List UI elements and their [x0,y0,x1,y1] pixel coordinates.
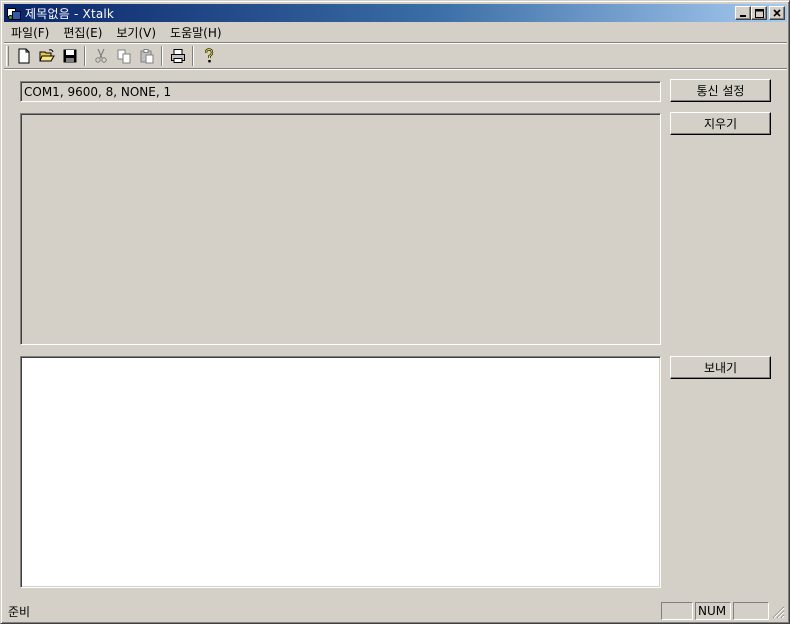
toolbar-divider [4,68,787,70]
save-button[interactable] [58,45,81,67]
status-pane-scroll [733,602,769,620]
maximize-button[interactable] [751,6,767,20]
maximize-icon [754,8,764,18]
copy-button[interactable] [112,45,135,67]
title-bar[interactable]: 제목없음 - Xtalk [4,4,787,22]
status-bar: 준비 NUM [4,601,787,621]
toolbar-separator [192,46,194,66]
print-icon [170,49,185,63]
receive-display[interactable] [20,113,661,345]
toolbar-grip[interactable] [6,46,9,66]
status-pane-cap [661,602,693,620]
menu-file[interactable]: 파일(F) [4,24,56,42]
window-controls [735,6,785,20]
new-file-icon [18,48,29,64]
help-icon [204,48,213,63]
minimize-icon [740,15,746,17]
menu-help[interactable]: 도움말(H) [163,24,229,42]
app-icon[interactable] [6,5,22,21]
send-input-area[interactable] [20,356,661,588]
menu-bar: 파일(F) 편집(E) 보기(V) 도움말(H) [4,23,229,42]
close-icon [773,9,781,17]
toolbar-separator [161,46,163,66]
menu-view[interactable]: 보기(V) [109,24,163,42]
toolbar [4,44,787,68]
status-text: 준비 [8,605,31,619]
cut-button[interactable] [89,45,112,67]
save-disk-icon [63,49,76,63]
toolbar-separator [84,46,86,66]
cut-scissors-icon [94,48,107,63]
copy-icon [117,49,130,64]
clear-button[interactable]: 지우기 [670,112,771,135]
connection-status-field: COM1, 9600, 8, NONE, 1 [20,81,661,102]
help-button[interactable] [197,45,220,67]
send-button[interactable]: 보내기 [670,356,771,379]
close-button[interactable] [769,6,785,20]
paste-icon [140,49,153,64]
window-title: 제목없음 - Xtalk [25,6,115,21]
resize-grip-icon[interactable] [772,606,785,619]
paste-button[interactable] [135,45,158,67]
minimize-button[interactable] [735,6,751,20]
new-button[interactable] [12,45,35,67]
menu-edit[interactable]: 편집(E) [56,24,109,42]
app-window: 제목없음 - Xtalk 파일(F) 편집(E) 보기(V) 도움말(H) CO… [0,0,790,624]
print-button[interactable] [166,45,189,67]
open-button[interactable] [35,45,58,67]
comm-settings-button[interactable]: 통신 설정 [670,79,771,102]
open-folder-icon [38,49,55,62]
status-pane-num: NUM [695,602,731,620]
